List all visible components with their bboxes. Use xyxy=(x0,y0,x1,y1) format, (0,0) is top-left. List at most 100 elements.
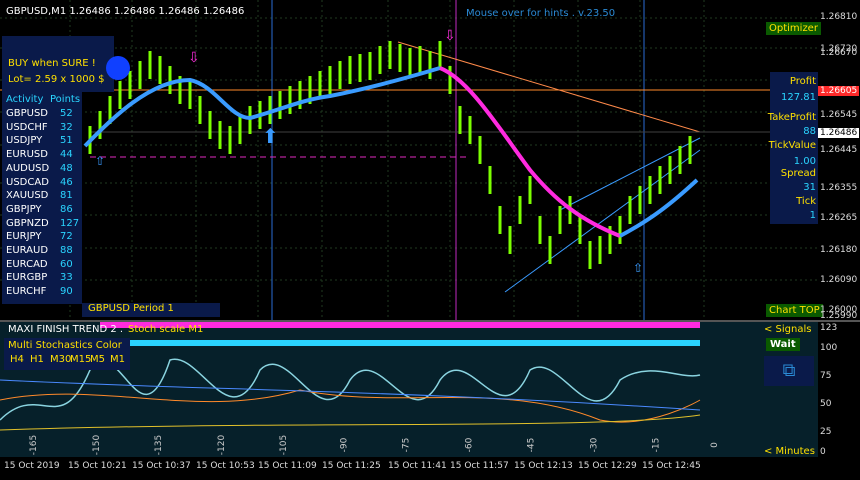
price-tick: 1.26180 xyxy=(820,245,858,255)
minute-offset: -105 xyxy=(279,434,290,456)
lot-text: Lot= 2.59 x 1000 $ xyxy=(8,74,105,85)
timeframe-label: H1 xyxy=(30,354,44,365)
tick-label: Tick xyxy=(796,196,816,207)
profit-value: 127.81 xyxy=(781,92,816,103)
buy-text: BUY when SURE ! xyxy=(8,58,96,69)
timeframe-label: H4 xyxy=(10,354,24,365)
symbol-row[interactable]: AUDUSD 48 xyxy=(6,163,82,176)
symbol-row[interactable]: XAUUSD 81 xyxy=(6,190,82,203)
time-tick: 15 Oct 2019 xyxy=(4,461,60,471)
symbol-name: EURCAD xyxy=(6,258,48,270)
timeframe-label: M5 xyxy=(90,354,105,365)
minute-offset: -30 xyxy=(588,437,599,453)
profit-label: Profit xyxy=(789,76,816,87)
time-tick: 15 Oct 10:21 xyxy=(68,461,127,471)
optimizer-button[interactable]: Optimizer xyxy=(766,22,821,35)
price-tick: 1.26445 xyxy=(820,145,858,155)
svg-text:⇩: ⇩ xyxy=(444,28,456,44)
symbol-name: EURCHF xyxy=(6,286,47,298)
symbol-points: 48 xyxy=(60,162,73,174)
svg-text:⬆: ⬆ xyxy=(262,124,279,148)
timeframe-label: M30 xyxy=(50,354,72,365)
tp-value: 88 xyxy=(803,126,816,137)
symbol-points: 81 xyxy=(60,190,73,202)
stoch-tick: 50 xyxy=(820,399,832,409)
stoch-tick: 123 xyxy=(820,323,838,333)
symbol-row[interactable]: EURGBP 33 xyxy=(6,272,82,285)
symbol-row[interactable]: EURUSD 44 xyxy=(6,149,82,162)
symbol-points: 90 xyxy=(60,286,73,298)
window-icon[interactable]: ⧉ xyxy=(764,356,814,386)
minute-offset: -15 xyxy=(651,437,662,453)
period-label: GBPUSD Period 1 xyxy=(82,303,220,317)
wait-button[interactable]: Wait xyxy=(766,338,800,351)
price-tick: 1.26810 xyxy=(820,12,858,22)
minutes-link[interactable]: < Minutes xyxy=(764,446,815,457)
chart-top-button[interactable]: Chart TOP xyxy=(766,304,823,317)
price-tick: 1.26090 xyxy=(820,275,858,285)
spread-value: 31 xyxy=(803,182,816,193)
time-tick: 15 Oct 11:41 xyxy=(388,461,447,471)
minute-offset: -135 xyxy=(154,434,165,456)
sub-title: MAXI FINISH TREND 2 . xyxy=(8,324,124,335)
symbol-name: XAUUSD xyxy=(6,190,49,202)
symbol-points: 52 xyxy=(60,108,73,119)
minute-offset: -60 xyxy=(463,437,474,453)
time-tick: 15 Oct 10:37 xyxy=(132,461,191,471)
symbol-points: 33 xyxy=(60,272,73,284)
points-header: Points xyxy=(50,94,81,105)
minute-offset: -165 xyxy=(29,434,40,456)
time-tick: 15 Oct 11:09 xyxy=(258,461,317,471)
buy-indicator-dot[interactable] xyxy=(106,56,130,80)
tick-value: 1.00 xyxy=(793,156,816,167)
symbol-row[interactable]: GBPNZD 127 xyxy=(6,218,82,231)
symbol-name: EURJPY xyxy=(6,231,42,243)
symbol-name: GBPNZD xyxy=(6,217,49,229)
symbol-points: 88 xyxy=(60,245,73,256)
minute-offset: -150 xyxy=(91,434,102,456)
multi-stoch-title: Multi Stochastics Color xyxy=(8,340,122,351)
chart-title: GBPUSD,M1 1.26486 1.26486 1.26486 1.2648… xyxy=(6,6,245,17)
hint-text[interactable]: Mouse over for hints . v.23.50 xyxy=(466,8,615,19)
buy-box[interactable]: BUY when SURE ! Lot= 2.59 x 1000 $ xyxy=(2,36,130,92)
activity-panel: Activity Points GBPUSD 52 USDCHF 32 USDJPY 51… xyxy=(2,92,82,304)
time-tick: 15 Oct 12:45 xyxy=(642,461,701,471)
price-tick: 1.26670 xyxy=(820,48,858,58)
minute-offset: 0 xyxy=(709,442,720,448)
svg-text:⇧: ⇧ xyxy=(95,154,105,168)
price-tick: 1.26355 xyxy=(820,183,858,193)
symbol-points: 51 xyxy=(60,135,73,147)
timeframe-label: M1 xyxy=(110,354,125,365)
symbol-row[interactable]: EURCHF 90 xyxy=(6,286,82,299)
symbol-points: 60 xyxy=(60,258,73,270)
symbol-name: EURUSD xyxy=(6,149,48,161)
symbol-row[interactable]: USDCHF 32 xyxy=(6,122,82,135)
symbol-points: 46 xyxy=(60,176,73,188)
symbol-points: 32 xyxy=(60,121,73,133)
symbol-name: GBPUSD xyxy=(6,108,49,119)
activity-header: Activity xyxy=(6,94,44,105)
minute-offset: -45 xyxy=(526,437,537,453)
symbol-name: AUDUSD xyxy=(6,162,50,174)
symbol-row[interactable]: GBPUSD 52 xyxy=(6,108,82,121)
symbol-row[interactable]: EURAUD 88 xyxy=(6,245,82,258)
tick-number: 1 xyxy=(809,210,816,221)
minute-offset: -120 xyxy=(216,434,227,456)
symbol-row[interactable]: USDCAD 46 xyxy=(6,177,82,190)
symbol-points: 44 xyxy=(60,149,73,161)
time-tick: 15 Oct 11:57 xyxy=(450,461,509,471)
symbol-points: 127 xyxy=(60,217,80,229)
symbol-row[interactable]: GBPJPY 86 xyxy=(6,204,82,217)
current-price-mark: 1.26486 xyxy=(818,128,860,138)
symbol-row[interactable]: EURJPY 72 xyxy=(6,231,82,244)
symbol-row[interactable]: USDJPY 51 xyxy=(6,135,82,148)
svg-text:⇩: ⇩ xyxy=(188,50,200,66)
red-price-mark: 1.26605 xyxy=(818,86,860,96)
time-tick: 15 Oct 12:13 xyxy=(514,461,573,471)
svg-text:⇧: ⇧ xyxy=(633,261,643,275)
multi-stoch-legend: Multi Stochastics Color H4 H1 M30 M15 M5 M1 xyxy=(4,338,130,370)
symbol-name: EURGBP xyxy=(6,272,48,284)
symbol-points: 86 xyxy=(60,203,73,215)
signals-link[interactable]: < Signals xyxy=(764,324,812,335)
symbol-row[interactable]: EURCAD 60 xyxy=(6,259,82,272)
